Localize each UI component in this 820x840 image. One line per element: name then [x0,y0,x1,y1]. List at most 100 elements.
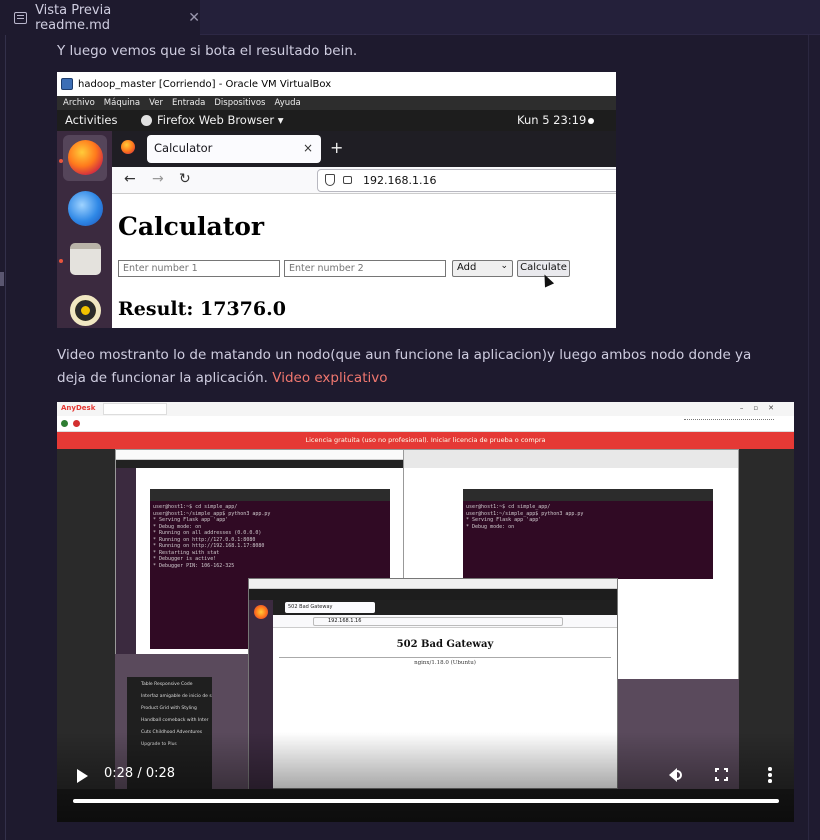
activities-label: Activities [65,113,118,127]
license-banner: Licencia gratuita (uso no profesional). … [57,432,794,449]
video-progress-bar[interactable] [73,799,779,803]
virtualbox-icon [61,78,73,90]
back-icon: ← [124,171,136,187]
anydesk-titlebar: AnyDesk –▫✕ [57,402,794,416]
chevron-down-icon: ⌄ [500,261,508,271]
editor-gutter [0,35,6,840]
terminal-output: user@host1:~$ cd simple_app/ user@host1:… [466,504,710,530]
side-item: Table Responsive Code [141,682,193,687]
gutter-marker [0,272,4,286]
result-text: Result: 17376.0 [118,298,286,320]
calculator-tab: Calculator × [147,135,321,163]
terminal-window-2: user@host1:~$ cd simple_app/ user@host1:… [463,489,713,579]
menu-dispositivos: Dispositivos [214,98,266,108]
ubuntu-dock [57,131,112,328]
preview-tab-title: Vista Previa readme.md [35,2,112,33]
remote-tab: 502 Bad Gateway [285,602,375,613]
paragraph-video-text: Video mostranto lo de matando un nodo(qu… [57,347,752,386]
number2-input: Enter number 2 [284,260,446,277]
status-dot-icon [588,118,594,124]
calculator-tab-title: Calculator [154,141,213,155]
anydesk-toolbar [57,416,794,432]
play-icon[interactable] [77,769,88,783]
terminal-output: user@host1:~$ cd simple_app/ user@host1:… [153,504,387,569]
lock-icon [343,176,352,184]
close-tab-icon[interactable]: ✕ [188,10,200,26]
menu-archivo: Archivo [63,98,95,108]
terminal-header [463,489,713,501]
nginx-version: nginx/1.18.0 (Ubuntu) [414,660,476,666]
url-text: 192.168.1.16 [363,174,437,187]
menu-entrada: Entrada [171,98,206,108]
window-controls: –▫✕ [739,404,784,412]
reload-icon: ↻ [179,171,191,187]
firefox-icon [68,140,103,175]
anydesk-logo: AnyDesk [61,404,96,412]
more-options-icon[interactable] [768,767,772,783]
status-green-icon [61,420,68,427]
new-tab-icon: + [330,138,344,157]
running-indicator [59,159,63,163]
firefox-app-label: Firefox Web Browser ▾ [157,113,284,127]
dock-rhythmbox [63,291,107,328]
firefox-navbar: ← → ↻ 192.168.1.16 [112,167,616,194]
toolbar-icons [684,419,774,427]
close-tab-icon: × [302,141,313,155]
firefox-small-icon [141,114,152,126]
paragraph-result: Y luego vemos que si bota el resultado b… [57,43,358,59]
menu-ver: Ver [149,98,163,108]
firefox-tab-strip: Calculator × + [112,131,616,167]
calculator-screenshot: hadoop_master [Corriendo] - Oracle VM Vi… [57,72,616,328]
number1-input: Enter number 1 [118,260,280,277]
virtualbox-menu: Archivo Máquina Ver Entrada Dispositivos… [57,96,616,110]
preview-icon [14,11,28,24]
editor-scrollbar[interactable] [808,35,820,840]
side-item: Product Grid with Styling [141,706,197,711]
rhythmbox-icon [70,295,101,326]
side-item: Interfaz amigable de inicio de s [141,694,212,699]
thunderbird-icon [68,191,103,226]
virtualbox-titlebar: hadoop_master [Corriendo] - Oracle VM Vi… [57,72,616,96]
video-time: 0:28 / 0:28 [104,766,176,781]
anydesk-tab [103,403,167,415]
operation-value: Add [457,262,477,273]
terminal-line: * Debugger PIN: 106-162-325 [153,562,235,569]
volume-icon[interactable] [666,767,682,783]
files-icon [70,243,101,275]
video-link[interactable]: Video explicativo [272,370,387,386]
clock-label: Kun 5 23:19 [517,113,587,127]
gnome-top-bar: Activities Firefox Web Browser ▾ Kun 5 2… [57,110,616,131]
firefox-app-menu: Firefox Web Browser ▾ [141,113,283,127]
firefox-icon [254,605,268,619]
remote-tab-strip: 502 Bad Gateway [273,600,617,615]
dock-files [63,237,107,283]
dock-thunderbird [63,186,107,232]
menu-maquina: Máquina [103,98,141,108]
running-indicator [59,259,63,263]
operation-select: Add ⌄ [452,260,513,277]
menu-ayuda: Ayuda [274,98,301,108]
bad-gateway-heading: 502 Bad Gateway [396,639,494,650]
url-bar: 192.168.1.16 [317,169,616,192]
fullscreen-icon[interactable] [715,768,728,781]
calculator-heading: Calculator [118,212,265,241]
dock-firefox [63,135,107,181]
divider [279,657,611,658]
calculator-page: Calculator Enter number 1 Enter number 2… [112,194,616,328]
virtualbox-title: hadoop_master [Corriendo] - Oracle VM Vi… [78,78,332,90]
preview-tab[interactable]: Vista Previa readme.md ✕ [0,0,200,35]
firefox-view-icon [121,140,135,154]
remote-url: 192.168.1.16 [313,617,563,626]
terminal-line: * Debug mode: on [466,523,515,530]
status-red-icon [73,420,80,427]
vm-dock [116,468,136,654]
shield-icon [325,174,335,186]
paragraph-video: Video mostranto lo de matando un nodo(qu… [57,344,777,390]
terminal-header [150,489,390,501]
video-controls: 0:28 / 0:28 [57,757,794,797]
editor-tab-bar: Vista Previa readme.md ✕ [0,0,820,35]
forward-icon: → [152,171,164,187]
video-player[interactable]: AnyDesk –▫✕ Licencia gratuita (uso no pr… [57,402,794,822]
side-item: Handball comeback with Inter [141,718,209,723]
remote-navbar: 192.168.1.16 [273,615,617,628]
